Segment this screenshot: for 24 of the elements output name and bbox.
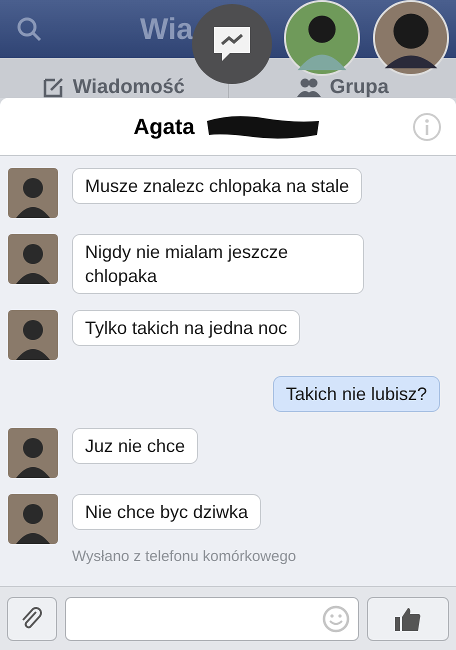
people-icon (296, 77, 322, 97)
avatar (8, 310, 58, 360)
messenger-icon (212, 25, 252, 63)
avatar (8, 428, 58, 478)
sent-status: Wysłano z telefonu komórkowego (71, 547, 298, 567)
thumbs-up-icon (394, 606, 422, 632)
attach-button[interactable] (7, 596, 57, 640)
sent-message: Takich nie lubisz? (272, 376, 440, 412)
search-icon (16, 16, 42, 42)
compose-icon (42, 76, 65, 98)
received-message: Nie chce byc dziwka (72, 494, 262, 530)
received-message: Juz nie chce (72, 428, 198, 464)
avatar (8, 168, 58, 218)
received-message: Nigdy nie mialam jeszcze chlopaka (72, 234, 364, 294)
avatar (8, 494, 58, 544)
tab[interactable]: Grupa (296, 77, 389, 97)
message-field[interactable] (65, 596, 359, 640)
received-message: Tylko takich na jedna noc (72, 310, 300, 346)
avatar (8, 234, 58, 284)
header-title: Wia (140, 12, 194, 48)
tab[interactable]: Wiadomość (42, 77, 185, 97)
received-message: Musze znalezc chlopaka na stale (72, 168, 362, 204)
like-button[interactable] (367, 596, 449, 640)
contact-name: Agata (133, 113, 195, 141)
